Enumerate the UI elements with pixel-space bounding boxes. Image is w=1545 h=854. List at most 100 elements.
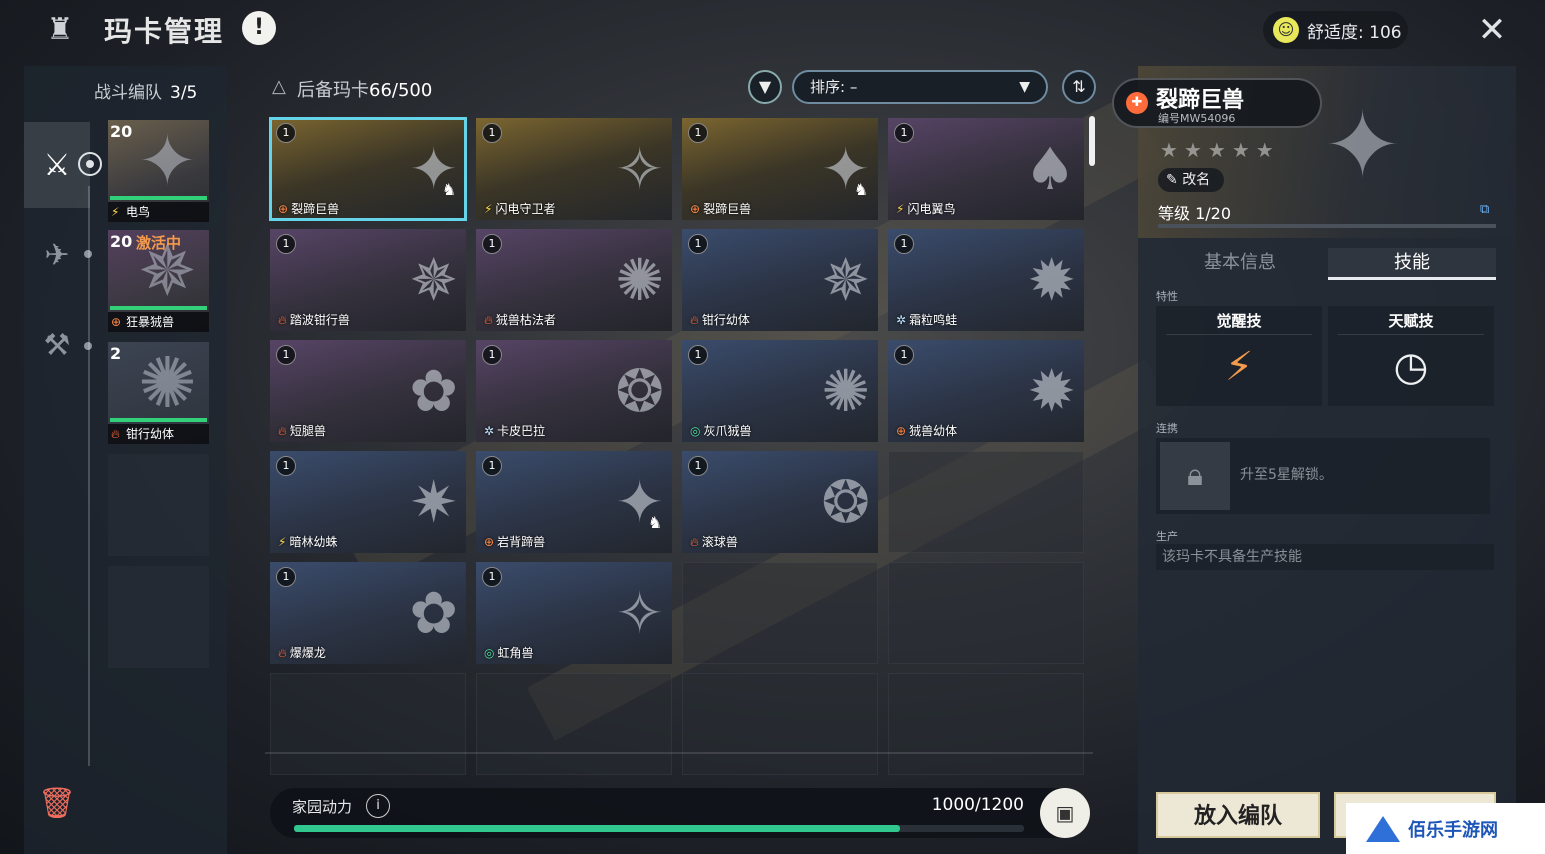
home-power-panel: 家园动力 i 1000/1200: [270, 788, 1090, 838]
maka-card[interactable]: ✦ 1 ♞ ⊕ 裂蹄巨兽: [269, 117, 467, 221]
card-count-badge: 1: [482, 234, 502, 254]
sort-dropdown[interactable]: 排序: – ▼: [792, 70, 1048, 104]
talent-skill[interactable]: 天赋技 ◷: [1328, 306, 1494, 406]
level-text: 等级 1/20: [1158, 204, 1232, 223]
swords-icon: ⚔: [43, 147, 71, 183]
alert-button[interactable]: !: [242, 11, 276, 45]
team-slot-2[interactable]: ✵ 20 激活中 ⊕ 狂暴狨兽: [108, 230, 209, 332]
team-slot-1[interactable]: ✦ 20 ⚡ 电鸟: [108, 120, 209, 222]
empty-card-slot[interactable]: [476, 673, 672, 775]
comfort-indicator[interactable]: ☺ 舒适度: 106: [1263, 11, 1408, 49]
reserve-label: 后备玛卡: [297, 80, 369, 101]
awaken-skill-title: 觉醒技: [1216, 312, 1262, 330]
team-panel: 战斗编队 3/5 ⚔ ✈ ⚒ ✦ 20 ⚡ 电鸟 ✵ 20 激活中 ⊕ 狂暴狨兽 ✺ …: [24, 66, 227, 854]
earth-icon: ⊕: [111, 315, 122, 329]
team-slot-5[interactable]: [108, 566, 209, 668]
maka-card[interactable]: ❂ 1 🔥︎ 滚球兽: [682, 451, 878, 553]
card-name-text: 狨兽幼体: [909, 424, 958, 438]
reserve-count: 66/500: [369, 80, 433, 101]
chevron-down-icon: ▼: [1019, 79, 1030, 95]
tab-skills[interactable]: 技能: [1328, 248, 1496, 280]
level-detail-icon[interactable]: ⧉: [1480, 202, 1489, 217]
snowflake-icon: ✲: [896, 313, 907, 327]
earth-icon: ⊕: [484, 535, 495, 549]
card-name-text: 闪电守卫者: [495, 202, 556, 216]
empty-card-slot[interactable]: [270, 673, 466, 775]
link-skill: 🔒︎ 升至5星解锁。: [1156, 438, 1490, 514]
slot-hp-bar: [110, 196, 207, 200]
maka-card[interactable]: ✹ 1 ⊕ 狨兽幼体: [888, 340, 1084, 442]
card-name-text: 暗林幼蛛: [289, 535, 338, 549]
card-name: ◎ 虹角兽: [484, 644, 534, 661]
empty-card-slot[interactable]: [888, 451, 1084, 553]
team-slot-3[interactable]: ✺ 2 🔥︎ 钳行幼体: [108, 342, 209, 444]
card-name-text: 灰爪狨兽: [703, 424, 752, 438]
card-name: ⊕ 裂蹄巨兽: [690, 200, 751, 217]
maka-card[interactable]: ✺ 1 ◎ 灰爪狨兽: [682, 340, 878, 442]
sort-order-button[interactable]: ⇅: [1062, 70, 1096, 104]
slot-name: 钳行幼体: [126, 427, 175, 441]
power-battery-button[interactable]: ▣: [1040, 788, 1090, 838]
trash-icon[interactable]: 🗑︎: [38, 786, 76, 824]
maka-card[interactable]: ♠ 1 ⚡ 闪电翼鸟: [888, 118, 1084, 220]
watermark-logo-icon: [1366, 815, 1400, 842]
team-slot-4[interactable]: [108, 454, 209, 556]
shield-emblem-icon: ♜: [46, 12, 74, 47]
place-in-team-button[interactable]: 放入编队: [1156, 792, 1320, 838]
maka-card[interactable]: ❂ 1 ✲ 卡皮巴拉: [476, 340, 672, 442]
wing-icon: ✈: [44, 237, 70, 273]
maka-card[interactable]: ✵ 1 🔥︎ 钳行幼体: [682, 229, 878, 331]
maka-card[interactable]: ✦ 1 ♞ ⊕ 岩背蹄兽: [476, 451, 672, 553]
bolt-icon: ⚡: [111, 205, 120, 219]
empty-card-slot[interactable]: [682, 673, 878, 775]
tab-work[interactable]: ⚒: [24, 302, 90, 388]
team-label: 战斗编队: [94, 83, 162, 103]
maka-card[interactable]: ✧ 1 ⚡ 闪电守卫者: [476, 118, 672, 220]
link-label: 连携: [1156, 422, 1178, 435]
tab-basic-info[interactable]: 基本信息: [1156, 248, 1324, 280]
card-name: 🔥︎ 滚球兽: [690, 533, 738, 550]
card-name-text: 虹角兽: [497, 646, 534, 660]
creature-art: ✦: [138, 120, 197, 202]
filter-button[interactable]: ▼: [748, 70, 782, 104]
scrollbar[interactable]: [1089, 116, 1095, 166]
maka-card[interactable]: ✧ 1 ◎ 虹角兽: [476, 562, 672, 664]
maka-card[interactable]: ✿ 1 🔥︎ 短腿兽: [270, 340, 466, 442]
rename-button[interactable]: ✎ 改名: [1158, 168, 1224, 192]
awaken-skill[interactable]: 觉醒技 ⚡: [1156, 306, 1322, 406]
maka-card[interactable]: ✦ 1 ♞ ⊕ 裂蹄巨兽: [682, 118, 878, 220]
close-icon[interactable]: ✕: [1470, 10, 1514, 50]
slot-hp-bar: [110, 418, 207, 422]
card-count-badge: 1: [482, 123, 502, 143]
card-count-badge: 1: [688, 123, 708, 143]
link-unlock-text: 升至5星解锁。: [1240, 467, 1333, 483]
maka-card[interactable]: ✵ 1 🔥︎ 踏波钳行兽: [270, 229, 466, 331]
awaken-lightning-icon: ⚡: [1224, 344, 1254, 390]
empty-card-slot[interactable]: [888, 673, 1084, 775]
creature-art: ♠: [1024, 135, 1076, 203]
card-name: ⊕ 岩背蹄兽: [484, 533, 545, 550]
tab-mount[interactable]: ✈: [24, 212, 90, 298]
card-count-badge: 1: [276, 123, 296, 143]
maka-card[interactable]: ✺ 1 🔥︎ 狨兽枯法者: [476, 229, 672, 331]
maka-card[interactable]: ✹ 1 ✲ 霜粒鸣蛙: [888, 229, 1084, 331]
card-count-badge: 1: [276, 234, 296, 254]
empty-card-slot[interactable]: [682, 562, 878, 664]
card-name: ⚡ 闪电守卫者: [484, 200, 555, 217]
empty-card-slot[interactable]: [888, 562, 1084, 664]
earth-icon: ⊕: [278, 202, 289, 216]
lock-icon: 🔒︎: [1160, 442, 1230, 510]
info-icon[interactable]: i: [366, 794, 390, 818]
slot-name-bar: 🔥︎ 钳行幼体: [108, 424, 209, 444]
divider: [1166, 334, 1312, 335]
card-name: 🔥︎ 狨兽枯法者: [484, 311, 556, 328]
power-label: 家园动力: [292, 798, 353, 816]
card-count-badge: 1: [276, 345, 296, 365]
card-count-badge: 1: [894, 345, 914, 365]
card-count-badge: 1: [688, 456, 708, 476]
fire-icon: 🔥︎: [278, 424, 287, 438]
maka-card[interactable]: ✷ 1 ⚡ 暗林幼蛛: [270, 451, 466, 553]
card-count-badge: 1: [894, 234, 914, 254]
swap-icon: ⇅: [1072, 77, 1086, 96]
maka-card[interactable]: ✿ 1 🔥︎ 爆爆龙: [270, 562, 466, 664]
